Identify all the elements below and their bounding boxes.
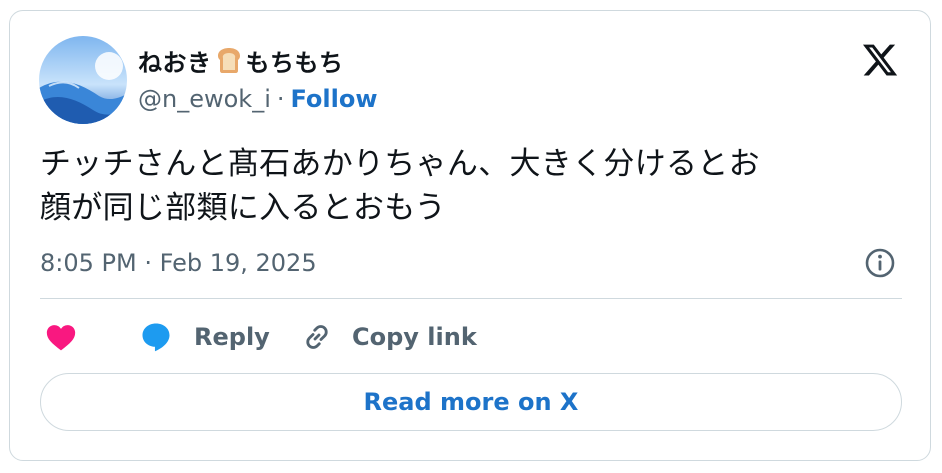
author-handle-row: @n_ewok_i · Follow bbox=[138, 85, 378, 113]
tweet-text-line-2: 顔が同じ部類に入るとおもう bbox=[40, 190, 446, 226]
x-logo-icon[interactable] bbox=[860, 41, 900, 79]
author-handle[interactable]: @n_ewok_i bbox=[138, 85, 271, 113]
divider bbox=[40, 298, 902, 299]
author-name-row[interactable]: ねおき もちもち bbox=[138, 43, 344, 77]
follow-link[interactable]: Follow bbox=[291, 85, 378, 113]
info-icon[interactable] bbox=[863, 246, 897, 280]
reply-button[interactable]: Reply bbox=[138, 317, 270, 357]
separator-dot: · bbox=[276, 85, 285, 113]
read-more-button[interactable]: Read more on X bbox=[40, 373, 902, 431]
tweet-text-line-1: チッチさんと髙石あかりちゃん、大きく分けるとお bbox=[40, 146, 760, 182]
reply-bubble-icon bbox=[142, 323, 170, 352]
link-icon bbox=[306, 325, 328, 349]
copy-link-button[interactable]: Copy link bbox=[300, 317, 477, 357]
tweet-text: チッチさんと髙石あかりちゃん、大きく分けるとお 顔が同じ部類に入るとおもう bbox=[40, 142, 900, 230]
like-button[interactable] bbox=[44, 317, 78, 357]
heart-icon bbox=[46, 325, 76, 351]
author-name-suffix[interactable]: もちもち bbox=[246, 43, 344, 78]
embedded-tweet-card: ねおき もちもち @n_ewok_i · Follow チッチさんと髙石あかりち… bbox=[9, 10, 931, 461]
tweet-timestamp[interactable]: 8:05 PM · Feb 19, 2025 bbox=[40, 249, 317, 277]
author-display-name[interactable]: ねおき bbox=[138, 43, 212, 78]
bread-emoji-icon bbox=[214, 46, 244, 74]
reply-label[interactable]: Reply bbox=[194, 323, 270, 351]
copy-link-label[interactable]: Copy link bbox=[352, 323, 477, 351]
avatar[interactable] bbox=[39, 36, 127, 124]
